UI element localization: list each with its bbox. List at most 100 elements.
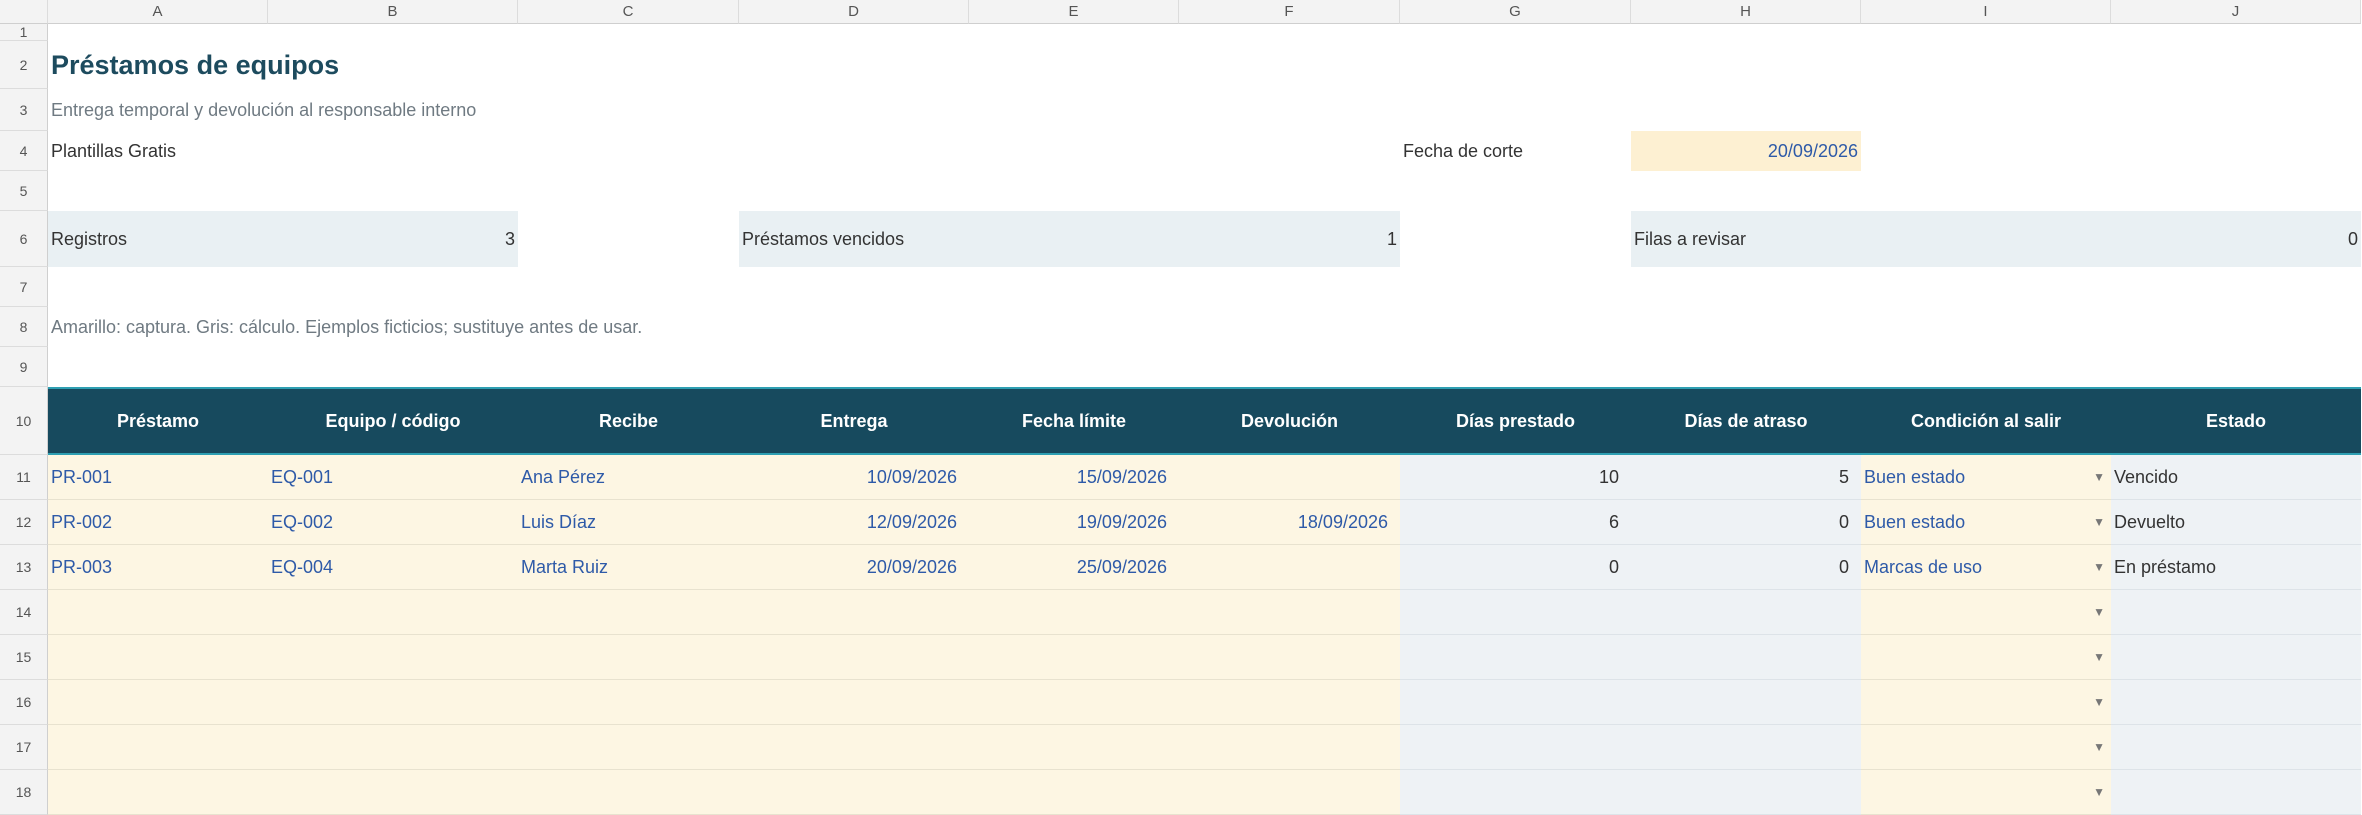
row-header-8[interactable]: 8	[0, 307, 48, 347]
row-header-2[interactable]: 2	[0, 41, 48, 89]
empty-row[interactable]	[48, 347, 2361, 387]
kpi-overdue-value[interactable]: 1	[1179, 211, 1400, 267]
row-header-12[interactable]: 12	[0, 500, 48, 545]
cell-estado[interactable]	[2111, 635, 2361, 680]
column-header-e[interactable]: E	[969, 0, 1179, 24]
empty-calc-cells[interactable]	[1400, 635, 1861, 680]
column-header-h[interactable]: H	[1631, 0, 1861, 24]
cell-condicion-dropdown[interactable]: ▼	[1861, 590, 2111, 635]
row-header-11[interactable]: 11	[0, 455, 48, 500]
cell-prestamo[interactable]: PR-002	[48, 500, 268, 545]
empty-cell[interactable]	[518, 211, 739, 267]
cell-devolucion[interactable]: 18/09/2026	[1179, 500, 1400, 545]
dropdown-arrow-icon[interactable]: ▼	[2093, 695, 2105, 709]
header-equipo[interactable]: Equipo / código	[268, 389, 518, 453]
row-header-3[interactable]: 3	[0, 89, 48, 131]
dropdown-arrow-icon[interactable]: ▼	[2093, 650, 2105, 664]
row-header-6[interactable]: 6	[0, 211, 48, 267]
kpi-overdue-label[interactable]: Préstamos vencidos	[739, 211, 1179, 267]
header-condicion[interactable]: Condición al salir	[1861, 389, 2111, 453]
cell-entrega[interactable]: 10/09/2026	[739, 455, 969, 500]
empty-cell[interactable]	[1400, 211, 1631, 267]
kpi-review-value[interactable]: 0	[1861, 211, 2361, 267]
cell-condicion-dropdown[interactable]: Buen estado ▼	[1861, 500, 2111, 545]
header-dias-atraso[interactable]: Días de atraso	[1631, 389, 1861, 453]
row-header-9[interactable]: 9	[0, 347, 48, 387]
row-header-15[interactable]: 15	[0, 635, 48, 680]
cell-recibe[interactable]: Luis Díaz	[518, 500, 739, 545]
cell-dias-atraso[interactable]: 0	[1631, 545, 1861, 590]
cell-fecha-limite[interactable]: 19/09/2026	[969, 500, 1179, 545]
empty-input-cells[interactable]	[48, 635, 1400, 680]
header-devolucion[interactable]: Devolución	[1179, 389, 1400, 453]
cell-estado[interactable]: Vencido	[2111, 455, 2361, 500]
empty-calc-cells[interactable]	[1400, 590, 1861, 635]
row-header-1[interactable]: 1	[0, 24, 48, 41]
header-prestamo[interactable]: Préstamo	[48, 389, 268, 453]
row-header-13[interactable]: 13	[0, 545, 48, 590]
row-header-4[interactable]: 4	[0, 131, 48, 171]
dropdown-arrow-icon[interactable]: ▼	[2093, 515, 2105, 529]
cell-entrega[interactable]: 20/09/2026	[739, 545, 969, 590]
dropdown-arrow-icon[interactable]: ▼	[2093, 560, 2105, 574]
cell-estado[interactable]: Devuelto	[2111, 500, 2361, 545]
empty-row[interactable]	[48, 24, 2361, 41]
row-header-10[interactable]: 10	[0, 387, 48, 455]
dropdown-arrow-icon[interactable]: ▼	[2093, 470, 2105, 484]
legend-note[interactable]: Amarillo: captura. Gris: cálculo. Ejempl…	[48, 307, 2361, 347]
cell-condicion-dropdown[interactable]: Buen estado ▼	[1861, 455, 2111, 500]
cell-prestamo[interactable]: PR-003	[48, 545, 268, 590]
dropdown-arrow-icon[interactable]: ▼	[2093, 740, 2105, 754]
row-header-17[interactable]: 17	[0, 725, 48, 770]
sheet-title[interactable]: Préstamos de equipos	[48, 41, 2361, 89]
cell-estado[interactable]: En préstamo	[2111, 545, 2361, 590]
dropdown-arrow-icon[interactable]: ▼	[2093, 605, 2105, 619]
cell-estado[interactable]	[2111, 680, 2361, 725]
cell-prestamo[interactable]: PR-001	[48, 455, 268, 500]
column-header-f[interactable]: F	[1179, 0, 1400, 24]
header-dias-prestado[interactable]: Días prestado	[1400, 389, 1631, 453]
cell-recibe[interactable]: Ana Pérez	[518, 455, 739, 500]
column-header-i[interactable]: I	[1861, 0, 2111, 24]
cell-recibe[interactable]: Marta Ruiz	[518, 545, 739, 590]
dropdown-arrow-icon[interactable]: ▼	[2093, 785, 2105, 799]
cell-dias-atraso[interactable]: 0	[1631, 500, 1861, 545]
empty-input-cells[interactable]	[48, 770, 1400, 815]
cell-fecha-limite[interactable]: 25/09/2026	[969, 545, 1179, 590]
cell-dias-prestado[interactable]: 0	[1400, 545, 1631, 590]
cell-condicion-dropdown[interactable]: ▼	[1861, 635, 2111, 680]
empty-input-cells[interactable]	[48, 725, 1400, 770]
cell-fecha-limite[interactable]: 15/09/2026	[969, 455, 1179, 500]
header-estado[interactable]: Estado	[2111, 389, 2361, 453]
sheet-subtitle[interactable]: Entrega temporal y devolución al respons…	[48, 89, 2361, 131]
column-header-d[interactable]: D	[739, 0, 969, 24]
cell-devolucion[interactable]	[1179, 545, 1400, 590]
cell-estado[interactable]	[2111, 770, 2361, 815]
cell-dias-prestado[interactable]: 10	[1400, 455, 1631, 500]
row-header-18[interactable]: 18	[0, 770, 48, 815]
cell-dias-prestado[interactable]: 6	[1400, 500, 1631, 545]
row-header-5[interactable]: 5	[0, 171, 48, 211]
row-header-16[interactable]: 16	[0, 680, 48, 725]
empty-cell[interactable]	[1861, 131, 2361, 171]
cutoff-date-input[interactable]: 20/09/2026	[1631, 131, 1861, 171]
cell-estado[interactable]	[2111, 725, 2361, 770]
row-header-7[interactable]: 7	[0, 267, 48, 307]
cell-dias-atraso[interactable]: 5	[1631, 455, 1861, 500]
cell-devolucion[interactable]	[1179, 455, 1400, 500]
column-header-a[interactable]: A	[48, 0, 268, 24]
cell-entrega[interactable]: 12/09/2026	[739, 500, 969, 545]
header-entrega[interactable]: Entrega	[739, 389, 969, 453]
cell-equipo[interactable]: EQ-004	[268, 545, 518, 590]
kpi-records-label[interactable]: Registros	[48, 211, 433, 267]
empty-calc-cells[interactable]	[1400, 680, 1861, 725]
cell-condicion-dropdown[interactable]: ▼	[1861, 725, 2111, 770]
empty-calc-cells[interactable]	[1400, 770, 1861, 815]
cell-condicion-dropdown[interactable]: ▼	[1861, 680, 2111, 725]
select-all-corner[interactable]	[0, 0, 48, 24]
header-recibe[interactable]: Recibe	[518, 389, 739, 453]
column-header-j[interactable]: J	[2111, 0, 2361, 24]
kpi-records-value[interactable]: 3	[433, 211, 518, 267]
cell-estado[interactable]	[2111, 590, 2361, 635]
empty-row[interactable]	[48, 267, 2361, 307]
